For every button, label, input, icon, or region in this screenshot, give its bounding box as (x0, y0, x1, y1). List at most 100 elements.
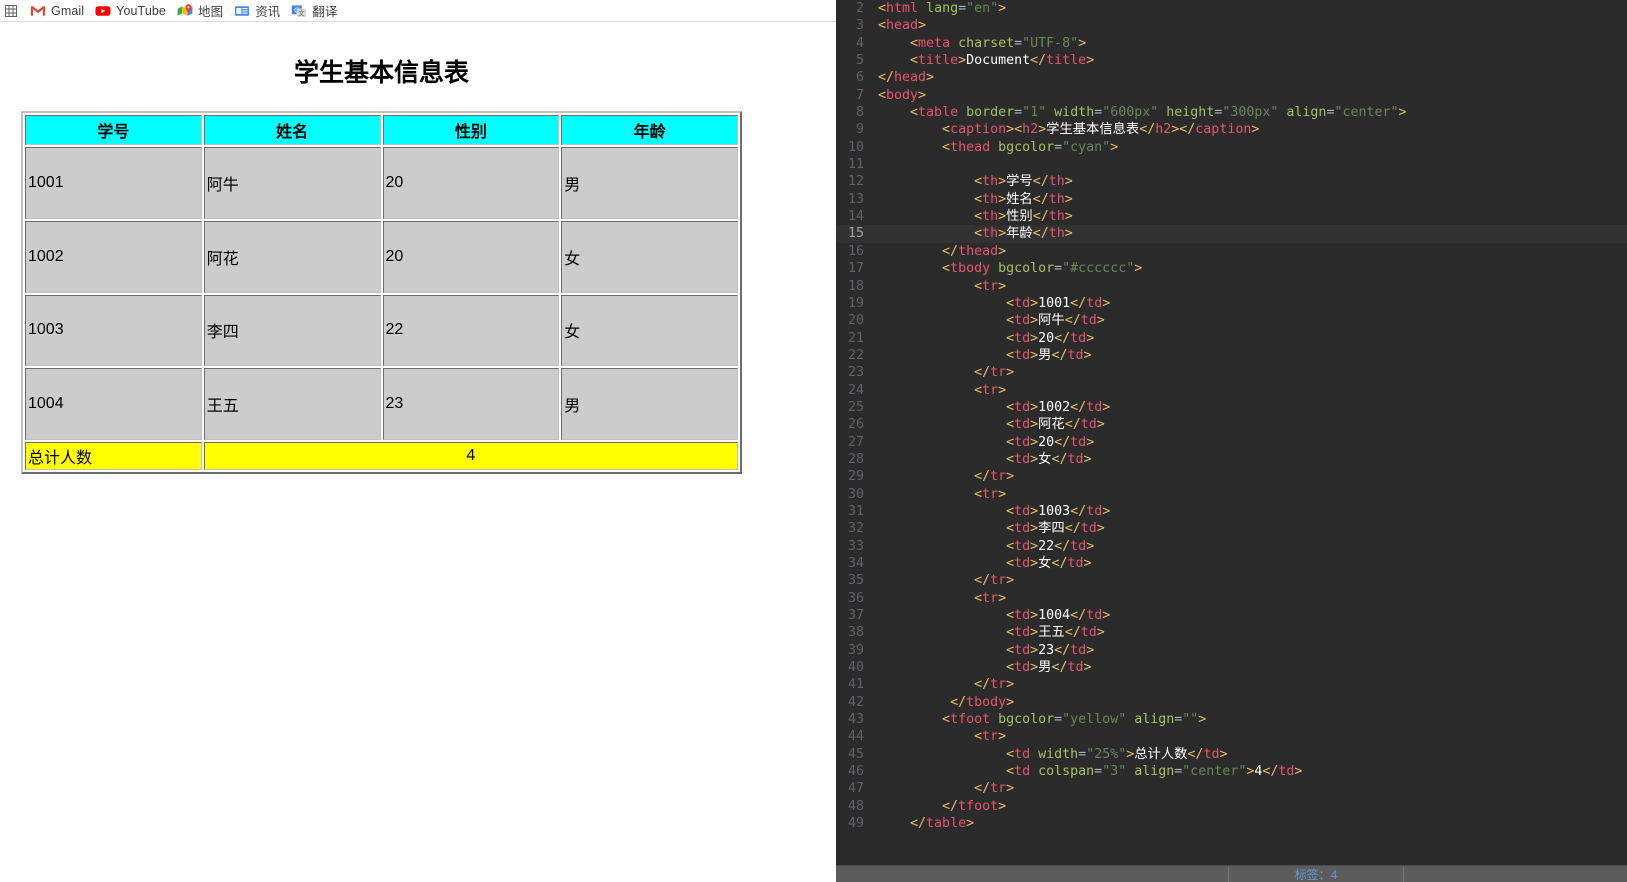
code-line-text: <title>Document</title> (910, 53, 1095, 69)
line-number: 28 (847, 451, 864, 467)
column-header-gender: 性别 (382, 115, 560, 145)
cell-id: 1003 (25, 294, 202, 367)
code-line[interactable]: 25 <td>1002</td> (836, 399, 1627, 416)
cell-id: 1002 (25, 220, 202, 293)
cell-id: 1004 (25, 368, 202, 440)
code-line-text: </tr> (974, 573, 1015, 589)
line-number: 47 (847, 781, 864, 797)
code-line[interactable]: 18 <tr> (836, 278, 1627, 295)
line-number: 42 (847, 694, 864, 710)
code-line[interactable]: 16 </thead> (836, 243, 1627, 260)
code-line[interactable]: 2 <html lang="en"> (836, 0, 1627, 17)
line-number: 10 (847, 139, 864, 155)
code-line[interactable]: 7 <body> (836, 87, 1627, 104)
code-line-text: </table> (910, 816, 975, 832)
code-line[interactable]: 38 <td>王五</td> (836, 624, 1627, 641)
bookmark-label: Gmail (51, 3, 85, 18)
cell-gender: 23 (382, 368, 560, 440)
code-line[interactable]: 24 <tr> (836, 382, 1627, 399)
code-line-text: <tfoot bgcolor="yellow" align=""> (942, 712, 1207, 728)
line-number: 46 (847, 764, 864, 780)
code-line[interactable]: 33 <td>22</td> (836, 538, 1627, 555)
code-line-text: <td>20</td> (1006, 330, 1095, 346)
table-row: 1001 阿牛 20 男 (25, 147, 738, 219)
code-line[interactable]: 14 <th>性别</th> (836, 208, 1627, 225)
code-line[interactable]: 23 </tr> (836, 364, 1627, 381)
code-line[interactable]: 5 <title>Document</title> (836, 52, 1627, 69)
status-cell-empty-left (836, 865, 1229, 882)
code-line[interactable]: 3 <head> (836, 17, 1627, 34)
code-line[interactable]: 21 <td>20</td> (836, 330, 1627, 347)
code-line[interactable]: 27 <td>20</td> (836, 434, 1627, 451)
code-line[interactable]: 12 <th>学号</th> (836, 173, 1627, 190)
footer-total-value: 4 (203, 442, 738, 470)
code-line[interactable]: 20 <td>阿牛</td> (836, 312, 1627, 329)
code-line[interactable]: 6 </head> (836, 69, 1627, 86)
code-line[interactable]: 15 <th>年龄</th> (836, 225, 1627, 243)
code-line[interactable]: 42 </tbody> (836, 694, 1627, 711)
code-line[interactable]: 49 </table> (836, 815, 1627, 832)
line-number: 11 (847, 157, 864, 173)
code-line[interactable]: 34 <td>女</td> (836, 555, 1627, 572)
bookmark-maps[interactable]: 地图 (174, 1, 229, 21)
code-line-text: <table border="1" width="600px" height="… (910, 105, 1407, 121)
line-number: 16 (847, 243, 864, 259)
code-line-text: <tr> (974, 278, 1007, 294)
code-line-text: <td colspan="3" align="center">4</td> (1006, 764, 1303, 780)
code-line-text: <td>22</td> (1006, 538, 1095, 554)
code-line[interactable]: 22 <td>男</td> (836, 347, 1627, 364)
code-line[interactable]: 36 <tr> (836, 590, 1627, 607)
line-number: 7 (855, 87, 864, 103)
line-number: 2 (855, 1, 864, 16)
code-line[interactable]: 4 <meta charset="UTF-8"> (836, 35, 1627, 52)
line-number: 6 (855, 70, 864, 86)
code-line[interactable]: 45 <td width="25%">总计人数</td> (836, 746, 1627, 763)
cell-id: 1001 (25, 147, 202, 219)
bookmark-youtube[interactable]: YouTube (92, 1, 172, 21)
code-line[interactable]: 8 <table border="1" width="600px" height… (836, 104, 1627, 121)
bookmark-translate[interactable]: G 文 翻译 (288, 1, 343, 21)
line-number: 41 (847, 677, 864, 693)
code-line[interactable]: 48 </tfoot> (836, 798, 1627, 815)
code-line[interactable]: 26 <td>阿花</td> (836, 416, 1627, 433)
code-line[interactable]: 43 <tfoot bgcolor="yellow" align=""> (836, 711, 1627, 728)
code-line[interactable]: 31 <td>1003</td> (836, 503, 1627, 520)
cell-age: 男 (561, 368, 738, 440)
line-number: 14 (847, 209, 864, 225)
code-line-text: <td>1001</td> (1006, 295, 1111, 311)
code-line-text: <body> (878, 87, 927, 103)
code-line[interactable]: 37 <td>1004</td> (836, 607, 1627, 624)
code-line[interactable]: 29 </tr> (836, 468, 1627, 485)
code-line-text: <td>1004</td> (1006, 608, 1111, 624)
apps-grid-icon (3, 3, 19, 19)
table-row: 1002 阿花 20 女 (25, 220, 738, 293)
code-line[interactable]: 11 (836, 156, 1627, 173)
code-line[interactable]: 30 <tr> (836, 486, 1627, 503)
code-line[interactable]: 28 <td>女</td> (836, 451, 1627, 468)
code-line[interactable]: 17 <tbody bgcolor="#cccccc"> (836, 260, 1627, 277)
code-editor-text-area[interactable]: 2 <html lang="en"> 3 <head> 4 <meta charset=… (836, 0, 1627, 865)
code-line-text: </tr> (974, 677, 1015, 693)
code-line-text: <head> (878, 18, 927, 34)
code-line-text: <tr> (974, 590, 1007, 606)
line-number: 12 (847, 174, 864, 190)
code-line[interactable]: 44 <tr> (836, 728, 1627, 745)
bookmark-news[interactable]: 资讯 (231, 1, 286, 21)
status-tag-count: 标签：4 (1229, 865, 1404, 882)
code-line[interactable]: 35 </tr> (836, 572, 1627, 589)
code-line[interactable]: 13 <th>姓名</th> (836, 191, 1627, 208)
code-line-text: <html lang="en"> (878, 1, 1007, 16)
code-line[interactable]: 32 <td>李四</td> (836, 520, 1627, 537)
code-line[interactable]: 39 <td>23</td> (836, 642, 1627, 659)
table-row: 1003 李四 22 女 (25, 294, 738, 367)
bookmark-gmail[interactable]: Gmail (27, 1, 90, 21)
code-line[interactable]: 19 <td>1001</td> (836, 295, 1627, 312)
code-line[interactable]: 40 <td>男</td> (836, 659, 1627, 676)
line-number: 23 (847, 365, 864, 381)
code-line[interactable]: 46 <td colspan="3" align="center">4</td> (836, 763, 1627, 780)
code-line[interactable]: 41 </tr> (836, 676, 1627, 693)
code-line[interactable]: 10 <thead bgcolor="cyan"> (836, 139, 1627, 156)
code-line[interactable]: 47 </tr> (836, 780, 1627, 797)
code-line[interactable]: 9 <caption><h2>学生基本信息表</h2></caption> (836, 121, 1627, 138)
bookmark-apps-grid[interactable] (0, 1, 25, 21)
